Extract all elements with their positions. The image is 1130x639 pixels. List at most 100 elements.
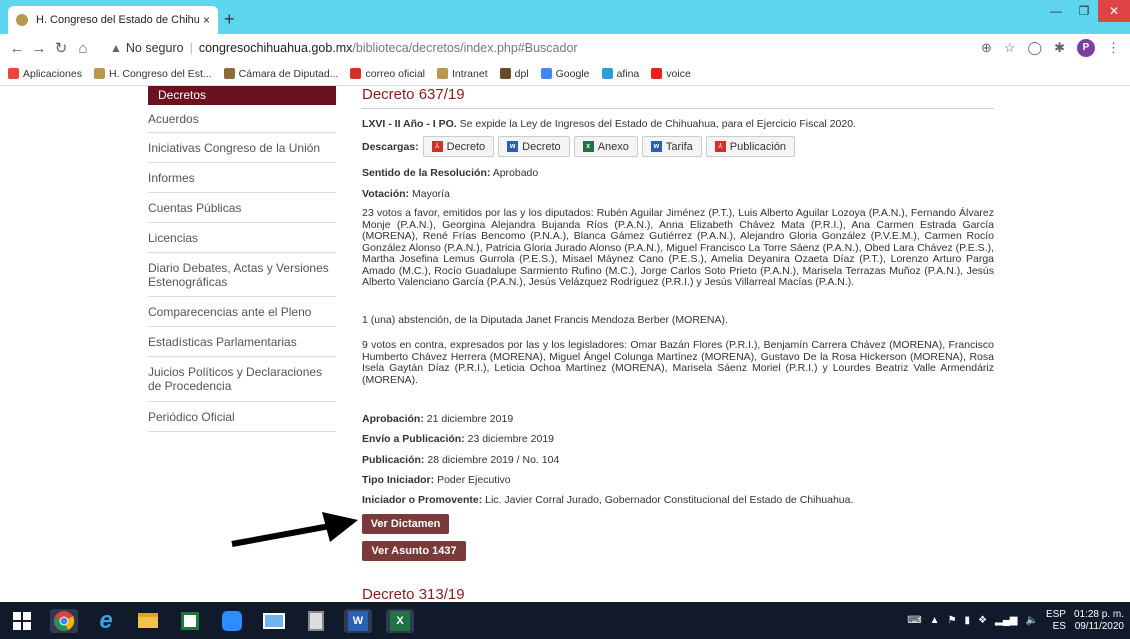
downloads-list: ⅄ Decreto w Decreto x Anexo w Tarifa ⅄ Publicació…	[422, 136, 796, 157]
battery-icon[interactable]: ▮	[965, 615, 971, 626]
bookmark-item[interactable]: correo oficial	[350, 68, 425, 80]
download-button[interactable]: w Decreto	[498, 136, 570, 157]
publicacion-label: Publicación:	[362, 454, 425, 466]
decree-title: Decreto 637/19	[362, 86, 994, 109]
window-close-icon[interactable]: ✕	[1098, 0, 1130, 22]
bookmark-item[interactable]: Intranet	[437, 68, 488, 80]
bookmark-item[interactable]: dpl	[499, 67, 529, 80]
tab-title: H. Congreso del Estado de Chihu	[36, 14, 199, 26]
aprobacion-value: 21 diciembre 2019	[426, 413, 514, 425]
ver-dictamen-button[interactable]: Ver Dictamen	[362, 514, 449, 534]
votacion-value: Mayoría	[411, 188, 450, 200]
bookmark-item[interactable]: afina	[601, 67, 640, 80]
sidebar-item[interactable]: Licencias	[148, 223, 336, 253]
sidebar-item[interactable]: Periódico Oficial	[148, 402, 336, 432]
doc-file-icon: w	[650, 141, 662, 152]
sidebar-item[interactable]: Iniciativas Congreso de la Unión	[148, 133, 336, 163]
envio-row: Envío a Publicación: 23 diciembre 2019	[362, 433, 994, 445]
envio-value: 23 diciembre 2019	[467, 433, 555, 445]
profile-avatar[interactable]: P	[1077, 39, 1095, 57]
next-decree-title: Decreto 313/19	[362, 586, 465, 602]
sidebar-item[interactable]: Diario Debates, Actas y Versiones Esteno…	[148, 253, 336, 297]
aprobacion-row: Aprobación: 21 diciembre 2019	[362, 413, 994, 425]
summary-text: Se expide la Ley de Ingresos del Estado …	[459, 118, 856, 130]
sidebar-item[interactable]: Juicios Políticos y Declaraciones de Pro…	[148, 357, 336, 402]
forward-icon[interactable]: →	[28, 40, 50, 57]
bookmark-item[interactable]: Cámara de Diputad...	[223, 68, 338, 80]
doc-file-icon: w	[507, 141, 519, 152]
language-indicator[interactable]: ESP ES	[1046, 609, 1066, 633]
word-icon[interactable]: W	[344, 608, 372, 633]
bookmark-label: afina	[616, 67, 640, 80]
download-label: Tarifa	[665, 140, 693, 153]
afina-logo-icon	[601, 68, 613, 79]
reload-icon[interactable]: ↻	[50, 39, 72, 57]
extensions-puzzle-icon[interactable]: ✱	[1054, 40, 1065, 56]
camara-seal-icon	[223, 68, 235, 79]
bookmark-label: dpl	[514, 67, 529, 80]
bookmark-item[interactable]: H. Congreso del Est...	[93, 67, 212, 80]
warning-icon: ▲	[110, 41, 122, 55]
home-icon[interactable]: ⌂	[72, 40, 94, 57]
sentido-label: Sentido de la Resolución:	[362, 167, 491, 179]
sidebar: Decretos Acuerdos Iniciativas Congreso de…	[148, 86, 336, 432]
ver-asunto-button[interactable]: Ver Asunto 1437	[362, 541, 466, 561]
clock[interactable]: 01:28 p. m. 09/11/2020	[1074, 609, 1124, 633]
sidebar-item-decretos[interactable]: Decretos	[148, 86, 336, 105]
downloads-label: Descargas:	[362, 140, 419, 153]
volume-icon[interactable]: 🔈	[1026, 615, 1038, 626]
zoom-icon[interactable]: ⊕	[981, 40, 992, 56]
sidebar-item[interactable]: Cuentas Públicas	[148, 193, 336, 223]
clock-time: 01:28 p. m.	[1073, 608, 1124, 620]
download-button[interactable]: ⅄ Decreto	[422, 136, 495, 157]
store-icon[interactable]	[176, 609, 204, 633]
bookmark-item[interactable]: Aplicaciones	[8, 68, 82, 80]
tab-close-icon[interactable]: ×	[203, 13, 210, 27]
sidebar-item[interactable]: Comparecencias ante el Pleno	[148, 297, 336, 327]
download-button[interactable]: ⅄ Publicación	[705, 136, 796, 157]
chrome-icon[interactable]	[50, 608, 78, 633]
remote-desktop-icon[interactable]	[260, 609, 288, 633]
youtube-icon	[651, 68, 663, 79]
xls-file-icon: x	[582, 141, 594, 152]
votacion-row: Votación: Mayoría	[362, 188, 994, 200]
maximize-icon[interactable]: ❐	[1070, 0, 1098, 22]
bookmark-star-icon[interactable]: ☆	[1004, 40, 1016, 56]
tipo-row: Tipo Iniciador: Poder Ejecutivo	[362, 474, 994, 486]
person-icon	[499, 68, 511, 79]
windows-start-icon[interactable]	[8, 609, 36, 633]
calculator-icon[interactable]	[302, 609, 330, 633]
decree-content: Decreto 637/19 LXVI - II Año - I PO. Se …	[362, 86, 994, 602]
sidebar-item[interactable]: Estadísticas Parlamentarias	[148, 327, 336, 357]
sidebar-item[interactable]: Acuerdos	[148, 105, 336, 133]
bookmark-label: H. Congreso del Est...	[108, 67, 212, 80]
back-icon[interactable]: ←	[6, 40, 28, 57]
file-explorer-icon[interactable]	[134, 609, 162, 633]
sidebar-item[interactable]: Informes	[148, 163, 336, 193]
extension-circle-icon[interactable]: ◯	[1028, 40, 1043, 56]
internet-explorer-icon[interactable]: e	[92, 607, 120, 634]
system-tray: ⌨ ▲ ⚑ ▮ ❖ ▂▄▆ 🔈 ESP ES 01:28 p. m. 09/11…	[907, 602, 1124, 639]
votes-favor: 23 votos a favor, emitidos por las y los…	[362, 207, 994, 288]
minimize-icon[interactable]: —	[1042, 0, 1070, 22]
new-tab-button[interactable]: +	[224, 9, 235, 30]
download-button[interactable]: x Anexo	[573, 136, 638, 157]
publicacion-row: Publicación: 28 diciembre 2019 / No. 104	[362, 454, 994, 466]
keyboard-icon[interactable]: ⌨	[907, 615, 921, 626]
excel-icon[interactable]: X	[386, 608, 414, 633]
download-label: Anexo	[597, 140, 629, 153]
download-button[interactable]: w Tarifa	[641, 136, 702, 157]
bookmark-item[interactable]: Google	[540, 68, 590, 80]
pdf-file-icon: ⅄	[431, 141, 443, 152]
browser-toolbar: ← → ↻ ⌂ ▲ No seguro | congresochihuahua.…	[0, 34, 1130, 62]
dropbox-icon[interactable]: ❖	[978, 615, 987, 626]
zoom-app-icon[interactable]	[218, 609, 246, 633]
signal-icon[interactable]: ▂▄▆	[995, 615, 1017, 626]
network-flag-icon[interactable]: ⚑	[948, 615, 957, 626]
bookmark-item[interactable]: voice	[651, 68, 691, 80]
tray-expand-icon[interactable]: ▲	[930, 615, 940, 626]
browser-tab[interactable]: H. Congreso del Estado de Chihu ×	[8, 6, 218, 34]
bookmarks-bar: Aplicaciones H. Congreso del Est... Cámara…	[0, 62, 1130, 86]
address-bar[interactable]: ▲ No seguro | congresochihuahua.gob.mx /…	[110, 41, 981, 55]
menu-kebab-icon[interactable]: ⋮	[1107, 40, 1120, 56]
